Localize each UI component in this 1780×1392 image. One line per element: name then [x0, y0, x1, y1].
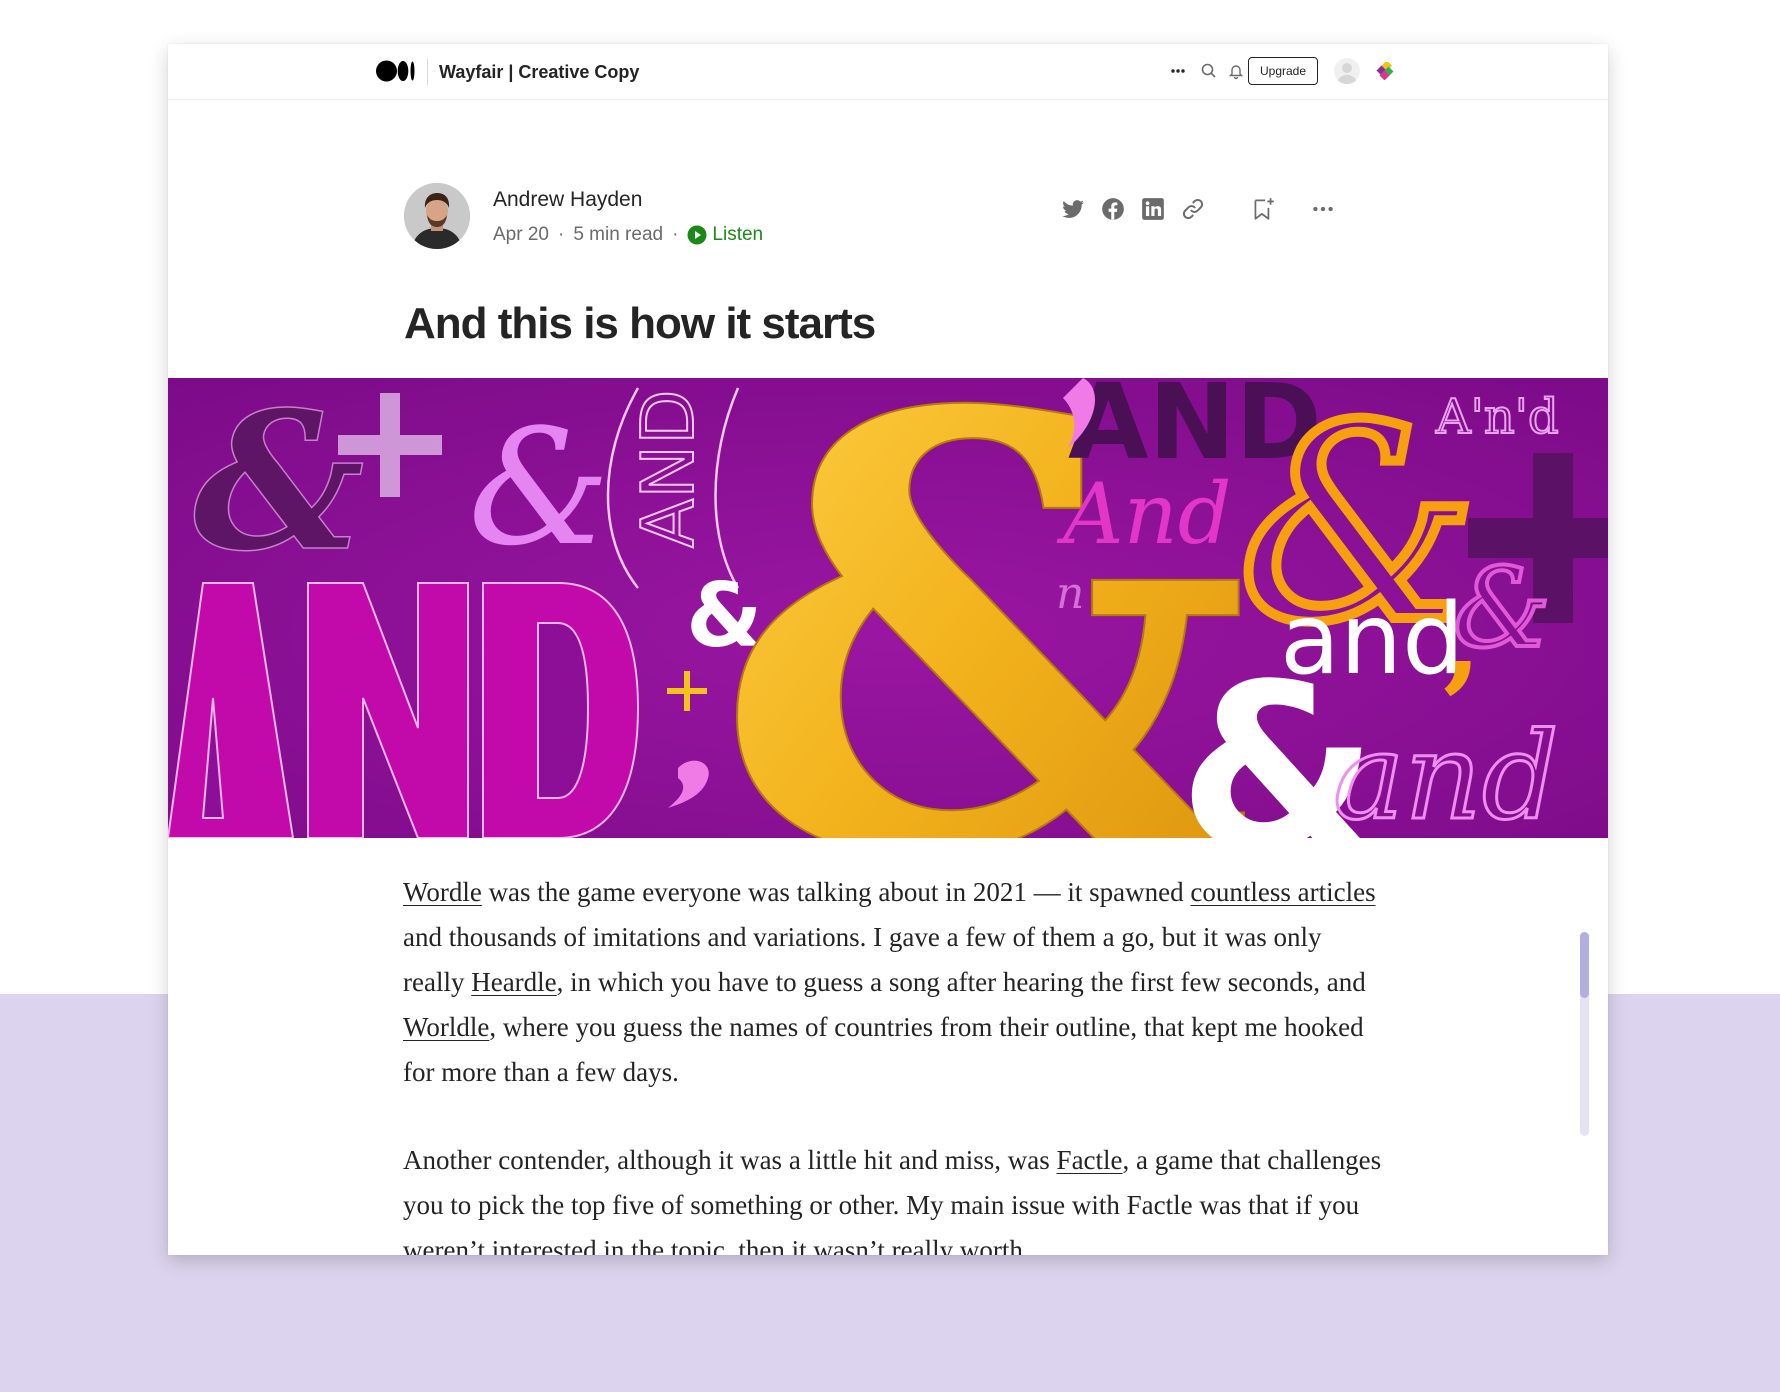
- hero-amp-pink: &: [468, 394, 610, 581]
- paragraph-text: Another contender, although it was a lit…: [403, 1145, 1057, 1175]
- link-countless-articles[interactable]: countless articles: [1190, 877, 1375, 907]
- hero-word-and-pink: And: [1056, 465, 1232, 563]
- logo-divider: [427, 59, 428, 85]
- author-avatar[interactable]: [404, 183, 470, 249]
- search-icon[interactable]: [1199, 61, 1219, 81]
- browser-window: Wayfair | Creative Copy Upgrade Andrew H…: [168, 44, 1608, 1255]
- medium-logo-icon[interactable]: [376, 60, 416, 82]
- hero-amp-pink-ornate: &: [1453, 544, 1551, 672]
- article-paragraph-2: Another contender, although it was a lit…: [403, 1138, 1383, 1255]
- meta-separator: ·: [557, 224, 565, 245]
- top-bar: Wayfair | Creative Copy Upgrade: [168, 44, 1608, 100]
- more-icon[interactable]: [1310, 196, 1336, 222]
- paragraph-text: , where you guess the names of countries…: [403, 1012, 1364, 1087]
- hero-illustration: & & AND & & AND A'n'd And & n & and , & …: [168, 378, 1608, 838]
- publication-name[interactable]: Wayfair | Creative Copy: [439, 62, 639, 83]
- hero-letter-n: n: [1056, 568, 1084, 619]
- article-paragraph-1: Wordle was the game everyone was talking…: [403, 870, 1383, 1095]
- scrollbar-track[interactable]: [1580, 932, 1589, 1136]
- meta-separator: ·: [672, 224, 679, 245]
- paragraph-text: was the game everyone was talking about …: [481, 877, 1191, 907]
- read-time: 5 min read: [573, 224, 664, 245]
- copy-link-icon[interactable]: [1180, 196, 1206, 222]
- post-date: Apr 20: [493, 224, 549, 245]
- post-title: And this is how it starts: [404, 299, 876, 348]
- scrollbar-thumb[interactable]: [1580, 932, 1589, 998]
- link-factle[interactable]: Factle: [1057, 1145, 1123, 1175]
- publication-logo-icon[interactable]: [1376, 62, 1394, 80]
- post-meta: Apr 20 · 5 min read · Listen: [493, 224, 763, 246]
- upgrade-button[interactable]: Upgrade: [1248, 57, 1318, 85]
- play-icon: [687, 225, 707, 245]
- hero-word-and-thin: and: [1280, 583, 1464, 697]
- link-heardle[interactable]: Heardle: [471, 967, 556, 997]
- bookmark-icon[interactable]: [1250, 196, 1276, 222]
- user-avatar-icon[interactable]: [1334, 58, 1360, 84]
- bell-icon[interactable]: [1226, 61, 1246, 81]
- hero-word-and-script: and: [1333, 708, 1559, 838]
- facebook-icon[interactable]: [1100, 196, 1126, 222]
- link-wordle[interactable]: Wordle: [403, 877, 482, 907]
- more-dots-icon[interactable]: [1168, 61, 1188, 81]
- listen-label: Listen: [712, 224, 764, 245]
- author-name[interactable]: Andrew Hayden: [493, 188, 642, 212]
- paragraph-text: , in which you have to guess a song afte…: [556, 967, 1366, 997]
- linkedin-icon[interactable]: [1140, 196, 1166, 222]
- hero-and-vertical: AND: [626, 389, 710, 548]
- article-body: Wordle was the game everyone was talking…: [403, 870, 1383, 1255]
- twitter-icon[interactable]: [1060, 196, 1086, 222]
- listen-button[interactable]: Listen: [687, 224, 763, 246]
- link-worldle[interactable]: Worldle: [403, 1012, 489, 1042]
- hero-amp-ornate: &: [193, 378, 365, 593]
